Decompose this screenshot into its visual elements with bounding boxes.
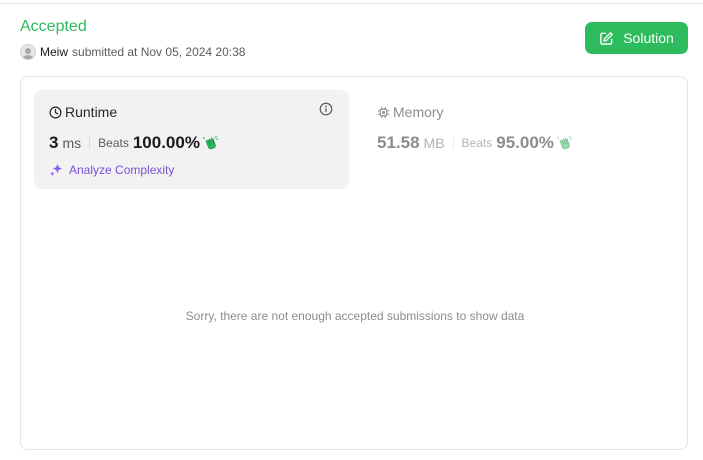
submitted-timestamp: submitted at Nov 05, 2024 20:38 [72, 45, 246, 59]
divider [452, 137, 454, 149]
runtime-unit: ms [62, 135, 82, 151]
avatar[interactable] [20, 44, 36, 60]
memory-value: 51.58 [377, 133, 420, 152]
memory-title: Memory [377, 104, 444, 120]
runtime-title: Runtime [49, 104, 117, 120]
clapping-hands-icon [556, 136, 573, 150]
runtime-value: 3 [49, 133, 59, 152]
clock-icon [49, 106, 62, 118]
memory-panel[interactable]: Memory 51.58 MB Beats 95.00% [362, 90, 677, 189]
analyze-complexity-label: Analyze Complexity [69, 162, 175, 177]
edit-icon [600, 31, 614, 45]
memory-metrics: 51.58 MB Beats 95.00% [377, 133, 573, 153]
runtime-beats-value: 100.00% [132, 133, 200, 152]
runtime-panel[interactable]: Runtime 3 ms Beats 100.00% Analyze Compl… [34, 90, 349, 189]
solution-button-label: Solution [623, 30, 674, 46]
runtime-title-label: Runtime [65, 104, 118, 120]
username-link[interactable]: Meiw [40, 45, 68, 59]
submission-status: Accepted [20, 18, 87, 35]
analyze-complexity-button[interactable]: Analyze Complexity [49, 162, 174, 177]
chip-icon [377, 106, 390, 118]
memory-beats-value: 95.00% [496, 133, 554, 152]
solution-button[interactable]: Solution [585, 22, 688, 54]
sparkle-icon [49, 163, 63, 177]
top-divider [0, 3, 703, 4]
memory-unit: MB [423, 135, 445, 151]
memory-title-label: Memory [393, 104, 444, 120]
divider [89, 137, 91, 149]
submission-detail-card: Runtime 3 ms Beats 100.00% Analyze Compl… [20, 76, 688, 450]
runtime-metrics: 3 ms Beats 100.00% [49, 133, 219, 153]
info-icon[interactable] [319, 102, 333, 116]
runtime-beats-label: Beats [98, 136, 129, 150]
chart-empty-message: Sorry, there are not enough accepted sub… [185, 309, 525, 323]
memory-beats-label: Beats [461, 136, 493, 150]
submission-info: Meiw submitted at Nov 05, 2024 20:38 [20, 44, 245, 60]
clapping-hands-icon [202, 136, 219, 150]
